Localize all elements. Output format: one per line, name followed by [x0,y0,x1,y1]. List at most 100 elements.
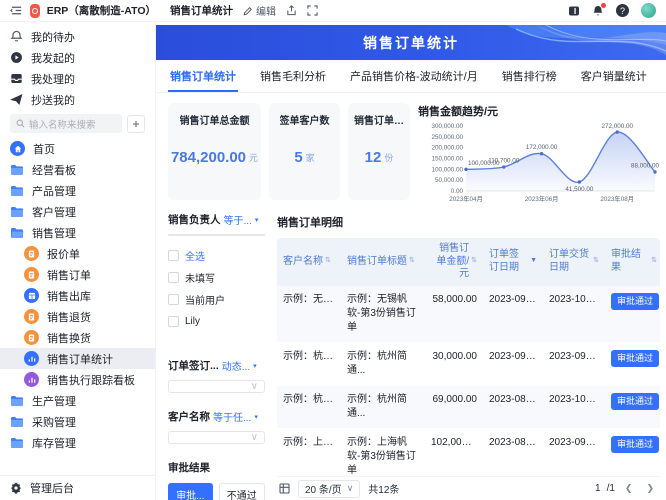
sidebar-item-customer-mgmt[interactable]: 客户管理 [0,201,155,222]
sidebar-item-handled-by-me[interactable]: 我处理的 [0,68,155,89]
current-page[interactable]: 1 [595,483,601,494]
sidebar-item-initiated-by-me[interactable]: 我发起的 [0,47,155,68]
send-icon [10,93,23,106]
approval-pass-button[interactable]: 审批... [168,483,213,500]
sort-icon[interactable]: ⇅ [325,257,331,266]
sidebar-item-sales-exchange[interactable]: 销售换货 [0,327,155,348]
edit-button[interactable]: 编辑 [243,3,276,18]
sidebar-item-business-board[interactable]: 经营看板 [0,159,155,180]
page-size-select[interactable]: 20 条/页 ∨ [298,480,360,498]
svg-text:150,000.00: 150,000.00 [431,156,463,163]
collapse-sidebar-icon[interactable] [10,4,23,17]
filter-customer: 客户名称 等于任... ▾ [168,409,265,424]
table-settings-icon[interactable] [279,483,290,494]
sidebar-item-sales-outbound[interactable]: 销售出库 [0,285,155,306]
doc-icon [24,330,39,345]
sidebar-item-production-mgmt[interactable]: 生产管理 [0,390,155,411]
checkbox[interactable] [168,294,179,305]
sidebar-search-input[interactable]: 输入名称来搜索 [10,114,122,133]
prev-page-button[interactable]: ❮ [621,483,637,494]
caret-down-icon[interactable]: ▾ [255,216,259,224]
tab-3[interactable]: 销售排行榜 [500,68,559,92]
owner-option-0[interactable]: 全选 [168,244,265,266]
column-header-0[interactable]: 客户名称⇅ [277,238,341,286]
add-button[interactable]: + [127,115,145,133]
owner-option-1[interactable]: 未填写 [168,266,265,288]
sort-icon[interactable]: ⇅ [593,257,599,266]
play-circle-icon [10,51,23,64]
caret-down-icon[interactable]: ▾ [253,362,257,370]
avatar[interactable] [641,3,656,18]
sort-desc-icon[interactable]: ▼ [530,257,537,266]
gear-icon [10,482,22,494]
sidebar-item-sales-order[interactable]: 销售订单 [0,264,155,285]
next-page-button[interactable]: ❯ [642,483,658,494]
sort-icon[interactable]: ⇅ [651,257,657,266]
sidebar-item-home[interactable]: 首页 [0,138,155,159]
stat-card-order-count: 销售订单签署数... 12份 [348,103,410,200]
filter-sign-date-select[interactable]: ∨ [168,380,265,393]
filter-customer-select[interactable]: ∨ [168,431,265,444]
folder-icon [10,437,24,449]
owner-option-3[interactable]: Lily [168,310,265,332]
filter-owner-options: 全选未填写当前用户Lily [168,244,265,332]
chevron-down-icon: ∨ [347,483,354,494]
sidebar-item-sales-return[interactable]: 销售退货 [0,306,155,327]
notifications-bell-icon[interactable] [592,5,604,17]
svg-text:272,000.00: 272,000.00 [601,123,633,130]
folder-icon [10,185,24,197]
approval-badge: 审批通过 [611,293,659,311]
stat-value: 784,200.00 [171,149,246,166]
sidebar: 我的待办 我发起的 我处理的 抄送我的 输入名称来搜索 + [0,22,156,500]
sort-icon[interactable]: ⇅ [409,257,415,266]
svg-text:2023年08月: 2023年08月 [600,194,634,203]
column-header-4[interactable]: 订单交货日期⇅ [543,238,605,286]
column-header-2[interactable]: 销售订单金额/元⇅ [425,238,483,286]
sidebar-item-cc-to-me[interactable]: 抄送我的 [0,89,155,110]
svg-text:100,000.00: 100,000.00 [431,166,463,173]
checkbox[interactable] [168,272,179,283]
column-header-1[interactable]: 销售订单标题⇅ [341,238,425,286]
task-box-icon [10,72,23,85]
sidebar-item-inventory-mgmt[interactable]: 库存管理 [0,432,155,453]
admin-backend-link[interactable]: 管理后台 [0,475,155,500]
column-header-5[interactable]: 审批结果⇅ [605,238,660,286]
banner-title: 销售订单统计 [363,33,459,53]
sidebar-item-sales-exec-board[interactable]: 销售执行跟踪看板 [0,369,155,390]
tab-2[interactable]: 产品销售价格-波动统计/月 [348,68,480,92]
stat-value: 12 [365,149,382,166]
sidebar-item-quotation[interactable]: 报价单 [0,243,155,264]
page-banner: 销售订单统计 [156,25,666,60]
filter-owner-search-input[interactable]: 搜索 (多个关键... [168,234,265,236]
svg-text:88,000.00: 88,000.00 [631,162,660,169]
filter-sign-date-operator[interactable]: 动态... [222,358,250,373]
owner-option-2[interactable]: 当前用户 [168,288,265,310]
sidebar-item-sales-mgmt[interactable]: 销售管理 [0,222,155,243]
stat-card-total-amount: 销售订单总金额 784,200.00元 [168,103,261,200]
filter-owner-operator[interactable]: 等于... [224,212,252,227]
sidebar-item-product-mgmt[interactable]: 产品管理 [0,180,155,201]
checkbox[interactable] [168,250,179,261]
sort-icon[interactable]: ⇅ [471,257,477,266]
approval-fail-button[interactable]: 不通过 [219,483,266,500]
panel-toggle-icon[interactable] [568,5,580,17]
search-icon [16,119,25,128]
help-icon[interactable]: ? [616,4,629,17]
sidebar-item-purchase-mgmt[interactable]: 采购管理 [0,411,155,432]
fullscreen-icon[interactable] [307,5,318,16]
sidebar-item-sales-order-stats[interactable]: 销售订单统计 [0,348,155,369]
svg-text:2023年06月: 2023年06月 [525,194,559,203]
svg-text:300,000.00: 300,000.00 [431,123,463,130]
filter-customer-operator[interactable]: 等于任... [213,409,251,424]
tab-0[interactable]: 销售订单统计 [168,68,238,92]
share-icon[interactable] [286,5,297,16]
topbar: ERP（离散制造-ATO） 销售订单统计 编辑 ? [0,0,666,22]
checkbox[interactable] [168,316,179,327]
order-table: 客户名称⇅销售订单标题⇅销售订单金额/元⇅订单签订日期▼订单交货日期⇅审批结果⇅… [277,238,660,476]
sidebar-item-my-todos[interactable]: 我的待办 [0,26,155,47]
tab-4[interactable]: 客户销量统计 [579,68,649,92]
tab-1[interactable]: 销售毛利分析 [258,68,328,92]
notification-dot [601,3,606,8]
column-header-3[interactable]: 订单签订日期▼ [483,238,543,286]
caret-down-icon[interactable]: ▾ [254,413,258,421]
